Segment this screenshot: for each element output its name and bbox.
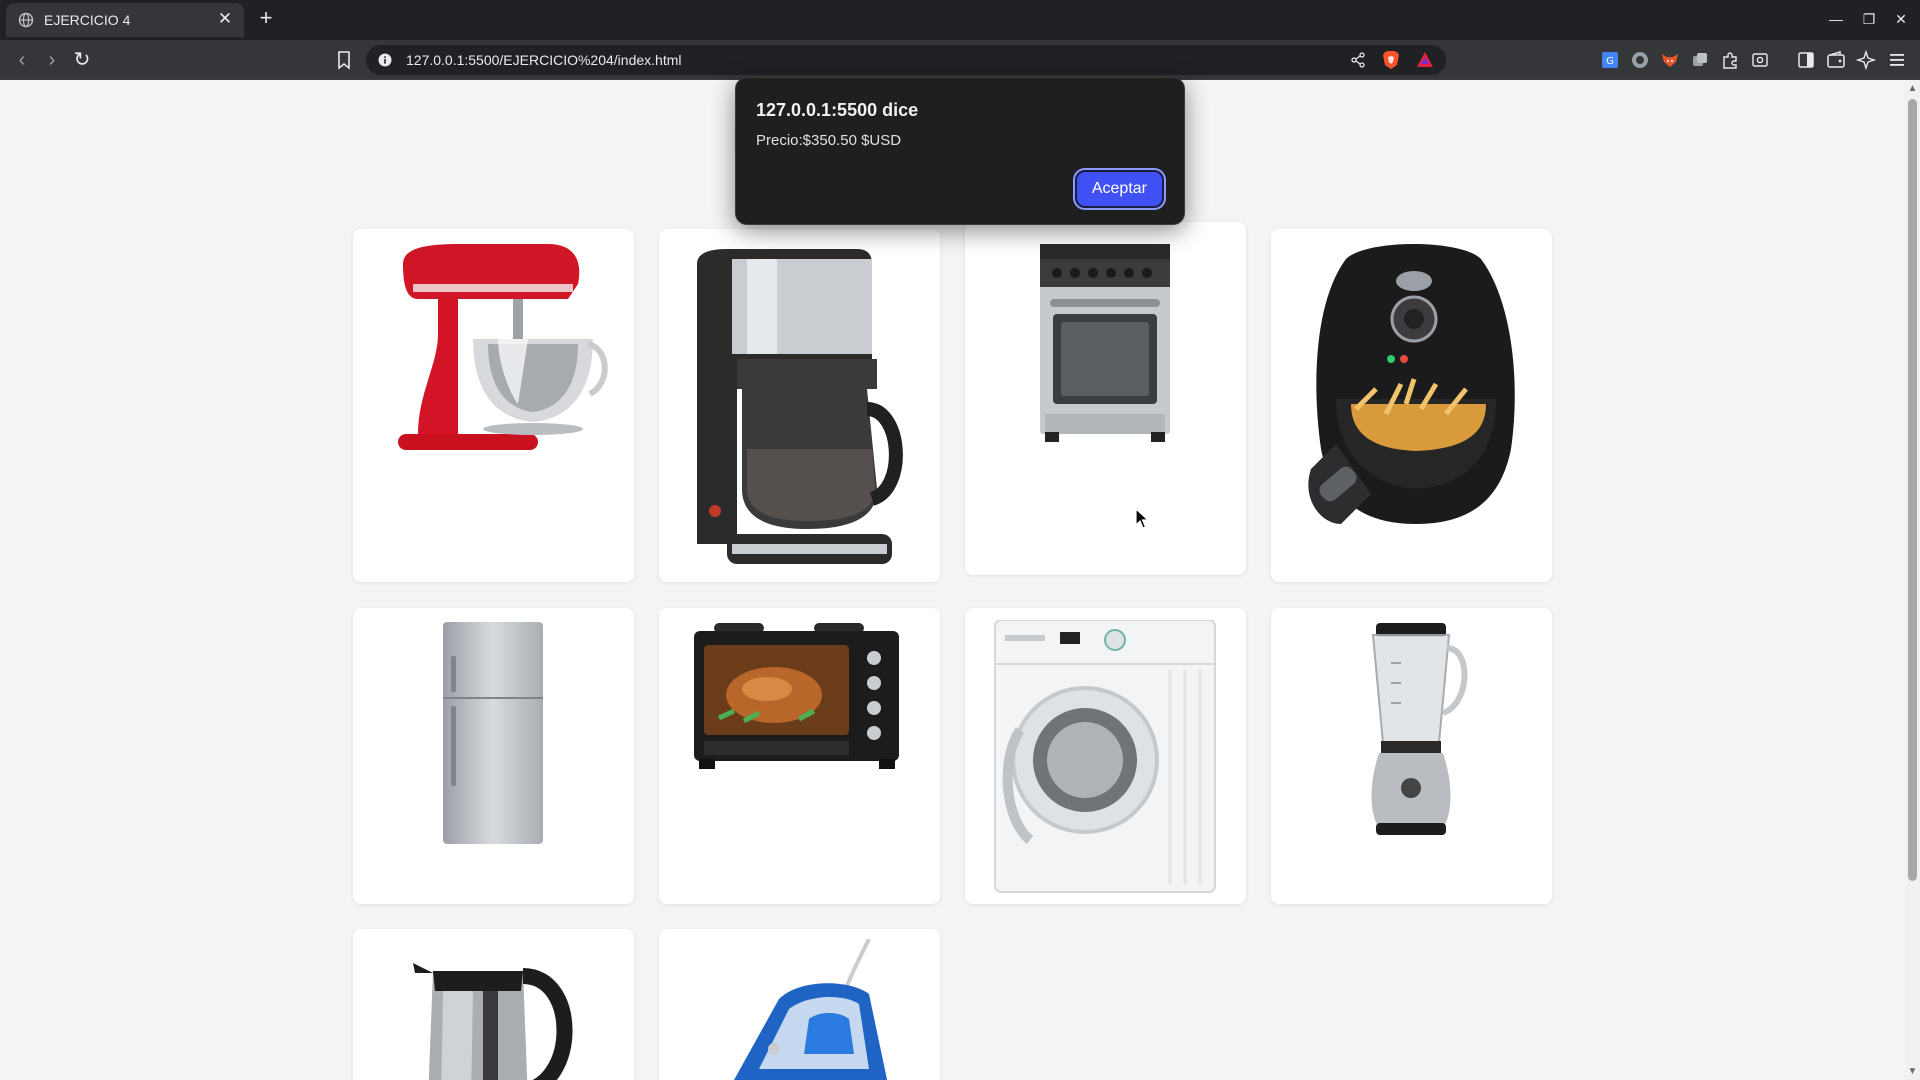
info-icon[interactable] — [378, 53, 392, 67]
steam-iron-icon — [734, 939, 888, 1080]
new-tab-button[interactable]: + — [254, 6, 278, 30]
stand-mixer-icon — [398, 244, 608, 450]
sidebar-toggle-icon[interactable] — [1796, 50, 1816, 70]
screenshot-icon[interactable] — [1750, 50, 1770, 70]
close-window-icon[interactable]: ✕ — [1890, 8, 1912, 30]
product-card[interactable] — [659, 229, 940, 582]
dialog-title: 127.0.0.1:5500 dice — [756, 100, 919, 120]
browser-toolbar: ‹ › ↻ 127.0.0.1:5500/EJERCICIO%204/index… — [0, 40, 1920, 80]
scroll-down-icon[interactable]: ▼ — [1905, 1064, 1920, 1080]
globe-icon — [18, 12, 34, 28]
menu-icon[interactable] — [1887, 50, 1907, 70]
product-card[interactable] — [1271, 608, 1552, 904]
bookmark-icon[interactable] — [334, 49, 354, 71]
coffee-maker-icon — [697, 249, 903, 564]
browser-titlebar: EJERCICIO 4 ✕ + — ❐ ✕ — [0, 0, 1920, 40]
puzzle-extensions-icon[interactable] — [1720, 50, 1740, 70]
reload-icon[interactable]: ↻ — [70, 48, 94, 72]
tab-title: EJERCICIO 4 — [44, 12, 131, 28]
product-card[interactable] — [965, 608, 1246, 904]
refrigerator-icon — [443, 622, 543, 844]
scroll-up-icon[interactable]: ▲ — [1905, 81, 1920, 97]
layers-extension-icon[interactable] — [1690, 50, 1710, 70]
fox-extension-icon[interactable] — [1660, 50, 1680, 70]
product-card[interactable] — [353, 608, 634, 904]
forward-icon[interactable]: › — [40, 48, 64, 72]
product-card[interactable] — [965, 222, 1246, 575]
svg-text:G: G — [1606, 56, 1614, 67]
leo-ai-icon[interactable] — [1856, 50, 1876, 70]
scrollbar-thumb[interactable] — [1908, 99, 1917, 881]
blender-icon — [1371, 623, 1468, 835]
minimize-icon[interactable]: — — [1825, 8, 1847, 30]
url-text[interactable]: 127.0.0.1:5500/EJERCICIO%204/index.html — [406, 52, 682, 68]
maximize-icon[interactable]: ❐ — [1858, 8, 1880, 30]
air-fryer-icon — [1308, 244, 1515, 524]
product-card[interactable] — [353, 929, 634, 1080]
gas-stove-icon — [1040, 244, 1170, 442]
product-card[interactable] — [659, 608, 940, 904]
product-card[interactable] — [353, 229, 634, 582]
toaster-oven-icon — [694, 623, 899, 769]
translate-extension-icon[interactable]: G — [1600, 50, 1620, 70]
product-card[interactable] — [659, 929, 940, 1080]
dialog-message: Precio:$350.50 $USD — [756, 132, 902, 149]
rewards-icon[interactable] — [1416, 51, 1434, 69]
extension-icon[interactable] — [1630, 50, 1650, 70]
product-card[interactable] — [1271, 229, 1552, 582]
page-viewport: EJERCICIO 4 - IMAGEN III — [0, 81, 1905, 1080]
address-bar[interactable]: 127.0.0.1:5500/EJERCICIO%204/index.html — [366, 45, 1446, 75]
close-tab-icon[interactable]: ✕ — [214, 8, 236, 30]
alert-dialog: 127.0.0.1:5500 dice Precio:$350.50 $USD … — [735, 77, 1185, 225]
wallet-icon[interactable] — [1826, 50, 1846, 70]
browser-tab[interactable]: EJERCICIO 4 ✕ — [6, 3, 244, 37]
washing-machine-icon — [994, 620, 1216, 893]
electric-kettle-icon — [413, 963, 573, 1080]
brave-shields-icon[interactable] — [1382, 50, 1400, 70]
share-icon[interactable] — [1350, 52, 1366, 68]
page-scrollbar[interactable]: ▲ ▼ — [1905, 81, 1920, 1080]
mouse-cursor-icon — [1135, 508, 1149, 529]
back-icon[interactable]: ‹ — [10, 48, 34, 72]
accept-button[interactable]: Aceptar — [1072, 168, 1167, 210]
